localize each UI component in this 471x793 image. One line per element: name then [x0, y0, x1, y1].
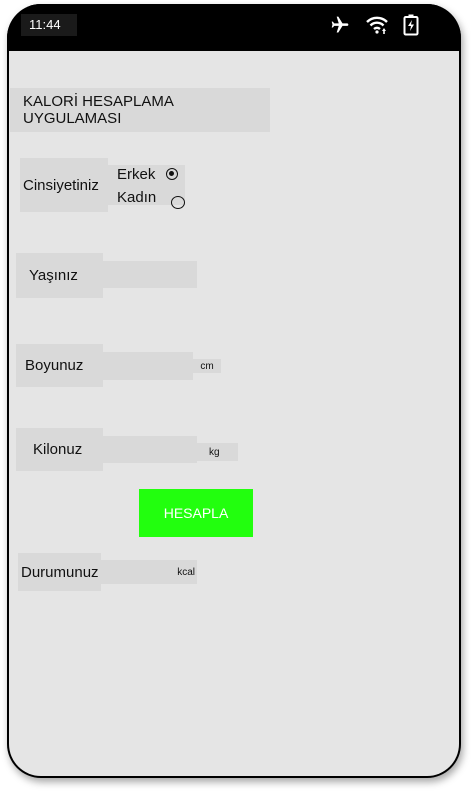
weight-input[interactable] — [103, 436, 197, 463]
result-label: Durumunuz — [18, 553, 101, 591]
status-time: 11:44 — [21, 14, 77, 36]
age-input[interactable] — [103, 261, 197, 288]
airplane-mode-icon — [329, 15, 351, 35]
app-screen: KALORİ HESAPLAMA UYGULAMASI Cinsiyetiniz… — [9, 51, 459, 776]
gender-radio-group: Erkek Kadın — [108, 165, 185, 209]
calculate-button[interactable]: HESAPLA — [139, 489, 253, 537]
weight-label: Kilonuz — [16, 428, 103, 471]
age-label: Yaşınız — [16, 253, 103, 298]
status-icons — [329, 14, 419, 36]
gender-option-female-radio[interactable] — [171, 196, 185, 209]
height-label: Boyunuz — [16, 344, 103, 387]
weight-unit: kg — [197, 443, 238, 461]
status-bar: 11:44 — [7, 4, 461, 51]
app-title: KALORİ HESAPLAMA UYGULAMASI — [10, 88, 270, 132]
result-output: kcal — [101, 560, 197, 584]
battery-charging-icon — [403, 14, 419, 36]
wifi-icon — [365, 15, 389, 35]
gender-label: Cinsiyetiniz — [20, 158, 108, 212]
phone-frame: 11:44 KALORİ HESAPLAMA UYGULAMASI Cinsiy… — [7, 4, 461, 778]
height-unit: cm — [193, 359, 221, 373]
height-input[interactable] — [103, 352, 193, 380]
gender-option-male-label: Erkek — [117, 166, 156, 183]
gender-option-female-label: Kadın — [117, 189, 157, 206]
gender-option-male-radio[interactable] — [166, 168, 178, 180]
